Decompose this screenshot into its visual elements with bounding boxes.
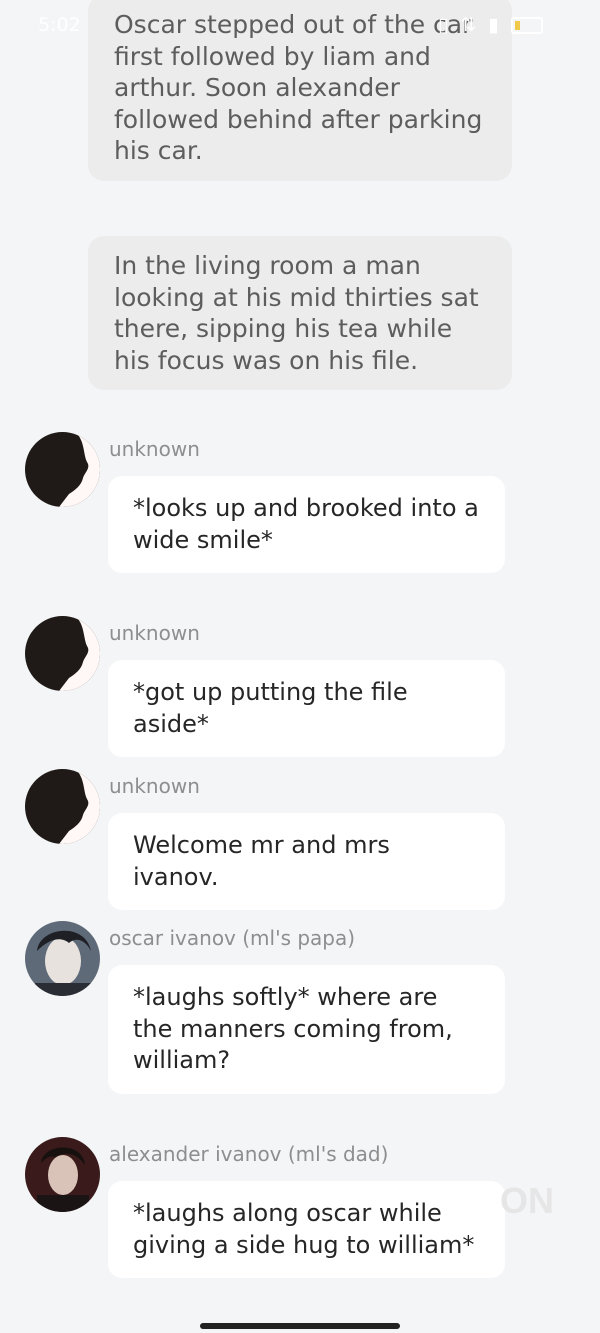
battery-icon bbox=[510, 16, 543, 34]
avatar[interactable] bbox=[25, 921, 100, 996]
avatar[interactable] bbox=[25, 616, 100, 691]
avatar[interactable] bbox=[25, 432, 100, 507]
message-bubble: *got up putting the file aside* bbox=[108, 660, 505, 757]
avatar[interactable] bbox=[25, 769, 100, 844]
message-bubble: Welcome mr and mrs ivanov. bbox=[108, 813, 505, 910]
narration-bubble: In the living room a man looking at his … bbox=[88, 236, 512, 390]
sender-name: unknown bbox=[109, 774, 200, 798]
vibrate-icon: ▯ bbox=[438, 14, 449, 36]
home-indicator[interactable] bbox=[200, 1323, 400, 1329]
message-bubble: *laughs softly* where are the manners co… bbox=[108, 965, 505, 1094]
message-bubble: *laughs along oscar while giving a side … bbox=[108, 1181, 505, 1278]
sender-name: unknown bbox=[109, 437, 200, 461]
message-bubble: *looks up and brooked into a wide smile* bbox=[108, 476, 505, 573]
sender-name: oscar ivanov (ml's papa) bbox=[109, 926, 356, 950]
status-bar: 5:02 ▯ ⇅ ▮ bbox=[0, 0, 600, 52]
network-icon: ⇅ bbox=[460, 14, 477, 36]
status-time: 5:02 bbox=[38, 14, 81, 36]
status-icons: ▯ ⇅ ▮ bbox=[438, 14, 543, 36]
watermark: ON bbox=[500, 1180, 554, 1221]
signal-icon: ▮ bbox=[488, 14, 499, 36]
sender-name: unknown bbox=[109, 621, 200, 645]
avatar[interactable] bbox=[25, 1137, 100, 1212]
sender-name: alexander ivanov (ml's dad) bbox=[109, 1142, 389, 1166]
